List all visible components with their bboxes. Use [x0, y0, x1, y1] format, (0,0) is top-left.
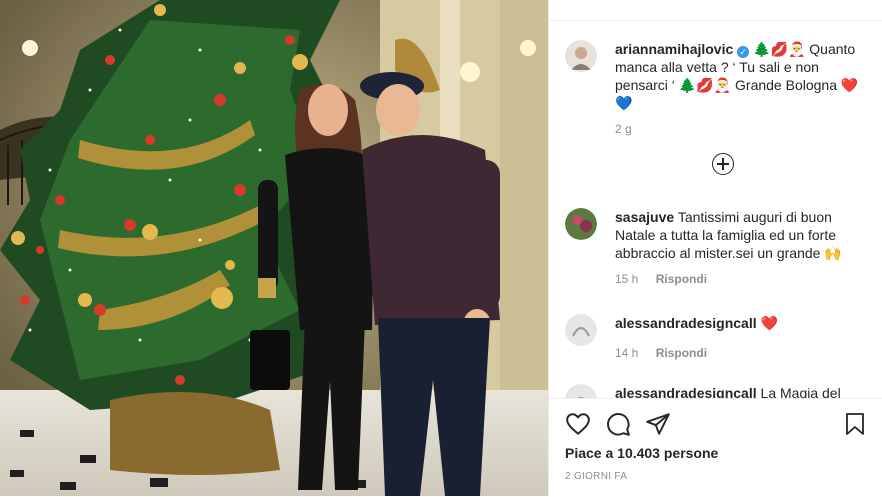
comment: alessandradesigncall La Magia del	[565, 384, 875, 398]
comment: sasajuve Tantissimi auguri di buon Natal…	[565, 208, 875, 286]
kiss-emoji: 💋	[770, 41, 788, 57]
comment-meta: 15 h Rispondi	[615, 272, 875, 286]
caption-text-part2: Grande Bologna	[735, 77, 837, 93]
blue-heart-emoji: 💙	[615, 95, 633, 111]
action-icons	[565, 411, 865, 437]
santa-emoji: 🎅	[787, 41, 806, 57]
post-actions: Piace a 10.403 persone 2 GIORNI FA	[549, 398, 882, 497]
comment: alessandradesigncall ❤️ 14 h Rispondi	[565, 314, 875, 360]
raised-hands-emoji: 🙌	[824, 245, 842, 261]
comment-icon[interactable]	[605, 411, 631, 437]
reply-button[interactable]: Rispondi	[656, 346, 707, 360]
kiss-emoji: 💋	[696, 77, 714, 93]
santa-emoji: 🎅	[713, 77, 732, 93]
heart-outline-icon[interactable]	[565, 411, 591, 437]
heart-emoji: ❤️	[840, 77, 859, 93]
share-icon[interactable]	[645, 411, 671, 437]
instagram-post: ariannamihajlovic ✓ 🌲💋🎅 Quanto manca all…	[0, 0, 882, 496]
avatar-image	[565, 208, 597, 240]
caption-username[interactable]: ariannamihajlovic	[615, 41, 733, 57]
avatar-image	[565, 384, 597, 398]
likes-count[interactable]: Piace a 10.403 persone	[565, 445, 718, 461]
comment-meta: 14 h Rispondi	[615, 346, 875, 360]
post-sidebar: ariannamihajlovic ✓ 🌲💋🎅 Quanto manca all…	[548, 0, 882, 496]
tree-emoji: 🌲	[678, 77, 697, 93]
post-date: 2 GIORNI FA	[565, 471, 628, 482]
caption-time[interactable]: 2 g	[615, 122, 632, 136]
avatar[interactable]	[565, 314, 597, 346]
bookmark-icon[interactable]	[843, 411, 867, 437]
post-header-edge	[549, 0, 882, 21]
avatar-image	[565, 314, 597, 346]
comments-list[interactable]: ariannamihajlovic ✓ 🌲💋🎅 Quanto manca all…	[549, 20, 882, 398]
verified-icon: ✓	[737, 46, 750, 58]
comment-username[interactable]: sasajuve	[615, 209, 674, 225]
heart-emoji: ❤️	[760, 315, 778, 331]
caption-meta: 2 g	[615, 122, 875, 136]
post-photo[interactable]	[0, 0, 548, 496]
comment-time[interactable]: 15 h	[615, 272, 638, 286]
tree-emoji: 🌲	[753, 41, 771, 57]
avatar[interactable]	[565, 40, 597, 72]
photo-illustration	[0, 0, 548, 496]
comment-username[interactable]: alessandradesigncall	[615, 315, 757, 331]
comment-username[interactable]: alessandradesigncall	[615, 385, 757, 398]
avatar[interactable]	[565, 208, 597, 240]
comment-text: La Magia del	[760, 385, 841, 398]
avatar-image	[565, 40, 597, 72]
caption: ariannamihajlovic ✓ 🌲💋🎅 Quanto manca all…	[565, 40, 875, 136]
comment-time[interactable]: 14 h	[615, 346, 638, 360]
reply-button[interactable]: Rispondi	[656, 272, 707, 286]
plus-circle-icon[interactable]	[712, 153, 734, 175]
avatar[interactable]	[565, 384, 597, 398]
